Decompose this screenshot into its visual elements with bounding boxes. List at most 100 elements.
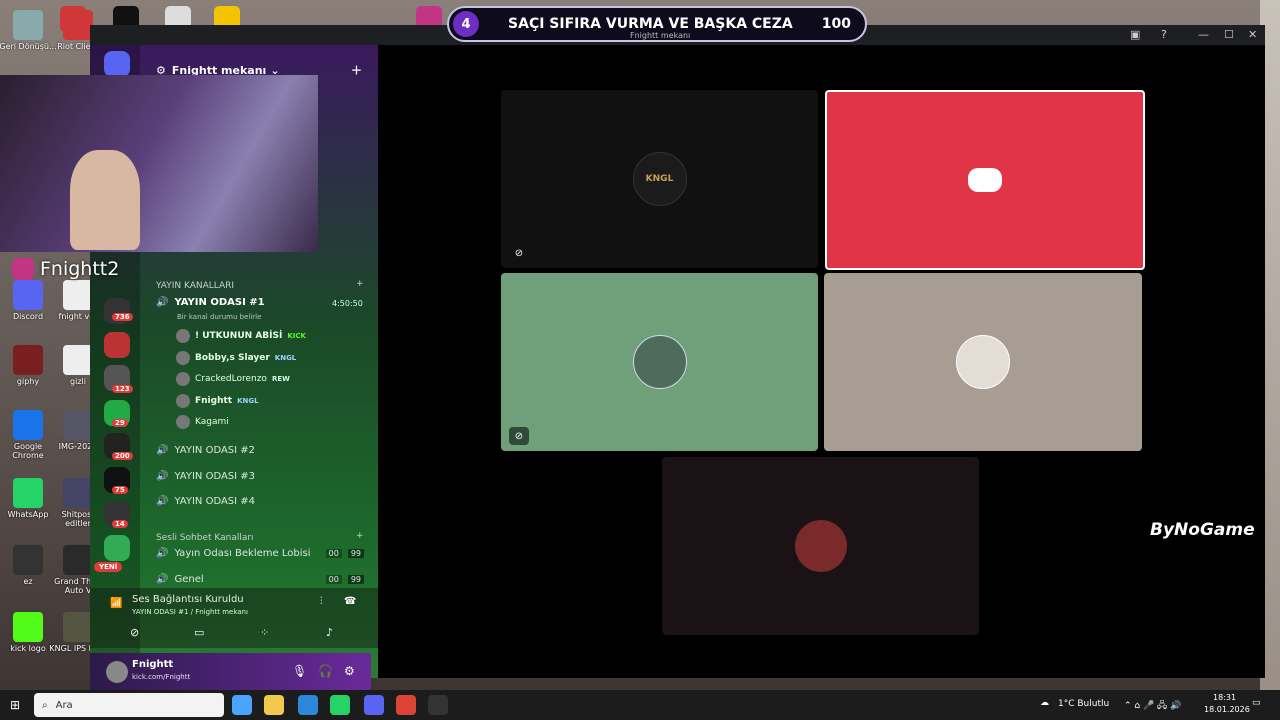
app-icon (13, 345, 43, 375)
round-number: 4 (453, 11, 479, 37)
close-button[interactable]: ✕ (1248, 28, 1257, 41)
user-limit-count: 00 (325, 549, 342, 558)
weather[interactable]: 1°C Bulutlu (1058, 699, 1109, 709)
speaker-icon: 🔊 (156, 496, 169, 507)
muted-mic-icon: ⊘ (509, 427, 529, 445)
signal-icon: 📶 (110, 598, 123, 609)
video-tile-speaking[interactable] (825, 90, 1145, 270)
channel-status-hint[interactable]: Bir kanal durumu belirle (177, 313, 261, 321)
voice-member[interactable]: CrackedLorenzo REW (176, 372, 290, 386)
app-icon (63, 280, 93, 310)
screen-share-icon[interactable]: ▭ (194, 626, 204, 639)
member-tag: KICK (287, 332, 306, 340)
voice-member[interactable]: Fnightt KNGL (176, 393, 259, 408)
app-icon (13, 10, 43, 40)
member-name: CrackedLorenzo (195, 374, 267, 384)
avatar (176, 350, 190, 365)
user-limit-max: 99 (347, 549, 364, 558)
voice-member[interactable]: Bobby,s Slayer KNGL (176, 350, 297, 365)
tray-icons[interactable]: ⌃ ⌂ 🎤 🖧 🔊 (1124, 698, 1181, 714)
start-button[interactable]: ⊞ (10, 698, 20, 712)
add-channel-icon[interactable]: + (356, 531, 364, 541)
inbox-icon[interactable]: ▣ (1130, 28, 1140, 41)
server-icon[interactable] (104, 535, 130, 561)
soundboard-icon[interactable]: ♪ (326, 626, 333, 639)
add-channel-icon[interactable]: + (356, 279, 364, 289)
server-badge: 14 (112, 520, 128, 528)
app-icon (13, 545, 43, 575)
user-panel: Fnightt kick.com/Fnightt 🎙 🎧 ⚙ (90, 653, 371, 691)
avatar[interactable] (106, 661, 128, 683)
disconnect-icon[interactable]: ☎ (344, 596, 356, 607)
activities-icon[interactable]: ⁘ (260, 626, 269, 639)
settings-gear-icon[interactable]: ⚙ (344, 664, 355, 678)
chrome-icon[interactable] (396, 695, 416, 715)
voice-channel[interactable]: 🔊 YAYIN ODASI #4 (156, 496, 255, 507)
voice-member[interactable]: Kagami (176, 415, 234, 429)
server-badge: 75 (112, 486, 128, 494)
video-tile[interactable]: KNGL ⊘ (501, 90, 818, 268)
app-icon (13, 280, 43, 310)
channel-name: YAYIN ODASI #1 (174, 297, 265, 308)
headphones-icon[interactable]: 🎧 (318, 664, 333, 678)
video-tile[interactable] (662, 457, 979, 635)
discord-icon[interactable] (364, 695, 384, 715)
server-badge: 123 (112, 385, 133, 393)
maximize-button[interactable]: ☐ (1224, 28, 1234, 41)
video-stage: KNGL ⊘ ⊘ (378, 45, 1265, 678)
user-limit-max: 99 (347, 575, 364, 584)
noise-suppression-icon[interactable]: ⫶ (320, 596, 323, 607)
voice-channel[interactable]: 🔊 YAYIN ODASI #2 (156, 445, 255, 456)
speaker-icon: 🔊 (156, 297, 169, 308)
app-icon (63, 612, 93, 642)
voice-channel[interactable]: 🔊 Yayın Odası Bekleme Lobisi 00 99 (156, 548, 364, 559)
discord-logo-icon (968, 168, 1002, 192)
clock-date[interactable]: 18.01.2026 (1204, 705, 1250, 714)
instagram-handle: Fnightt2 (40, 258, 120, 280)
channel-name: YAYIN ODASI #2 (174, 445, 256, 456)
taskbar: ⊞ ⌕ Ara ☁ 1°C Bulutlu ⌃ ⌂ 🎤 🖧 🔊 18:31 18… (0, 690, 1280, 720)
search-icon: ⌕ (42, 699, 48, 711)
app-icon (13, 478, 43, 508)
username: Fnightt (132, 659, 174, 670)
voice-channel[interactable]: 🔊 Genel 00 99 (156, 574, 364, 585)
obs-icon[interactable] (428, 695, 448, 715)
notification-icon[interactable]: ▭ (1252, 698, 1261, 708)
avatar (176, 329, 190, 343)
member-tag: KNGL (274, 353, 297, 362)
muted-mic-icon: ⊘ (514, 247, 524, 259)
voice-member[interactable]: ! UTKUNUN ABİSİ KICK (176, 329, 306, 343)
server-badge: 29 (112, 419, 128, 427)
help-icon[interactable]: ? (1161, 28, 1167, 41)
microphone-icon[interactable]: 🎙 (292, 664, 307, 678)
app-icon (13, 410, 43, 440)
widgets-icon[interactable] (232, 695, 252, 715)
category-stream[interactable]: YAYIN KANALLARI (156, 281, 234, 291)
server-badge: 200 (112, 452, 133, 460)
clock-time[interactable]: 18:31 (1213, 693, 1236, 702)
user-limit-count: 00 (325, 575, 342, 584)
instagram-handle-overlay: Fnightt2 (12, 258, 119, 280)
app-icon (63, 410, 93, 440)
search-box[interactable]: ⌕ Ara (34, 693, 224, 717)
add-member-icon[interactable]: ＋ (351, 62, 362, 78)
edge-icon[interactable] (298, 695, 318, 715)
video-tile[interactable] (824, 273, 1142, 451)
category-voice-chat[interactable]: Sesli Sohbet Kanalları (156, 533, 254, 543)
video-tile[interactable]: ⊘ (501, 273, 818, 451)
file-explorer-icon[interactable] (264, 695, 284, 715)
member-tag: KNGL (237, 396, 259, 405)
camera-off-icon[interactable]: ⊘ (130, 626, 139, 639)
active-voice-channel[interactable]: 🔊 YAYIN ODASI #1 (156, 297, 265, 308)
server-icon[interactable] (104, 332, 130, 358)
whatsapp-icon[interactable] (330, 695, 350, 715)
participant-avatar (632, 335, 687, 389)
discord-home-icon[interactable] (104, 51, 130, 77)
riot-client-icon[interactable] (60, 6, 86, 32)
weather-icon: ☁ (1040, 698, 1049, 708)
banner-score: 100 (821, 16, 851, 32)
streamer-face (70, 150, 140, 250)
minimize-button[interactable]: — (1198, 28, 1209, 41)
voice-channel[interactable]: 🔊 YAYIN ODASI #3 (156, 471, 255, 482)
member-name: Bobby,s Slayer (195, 352, 270, 363)
